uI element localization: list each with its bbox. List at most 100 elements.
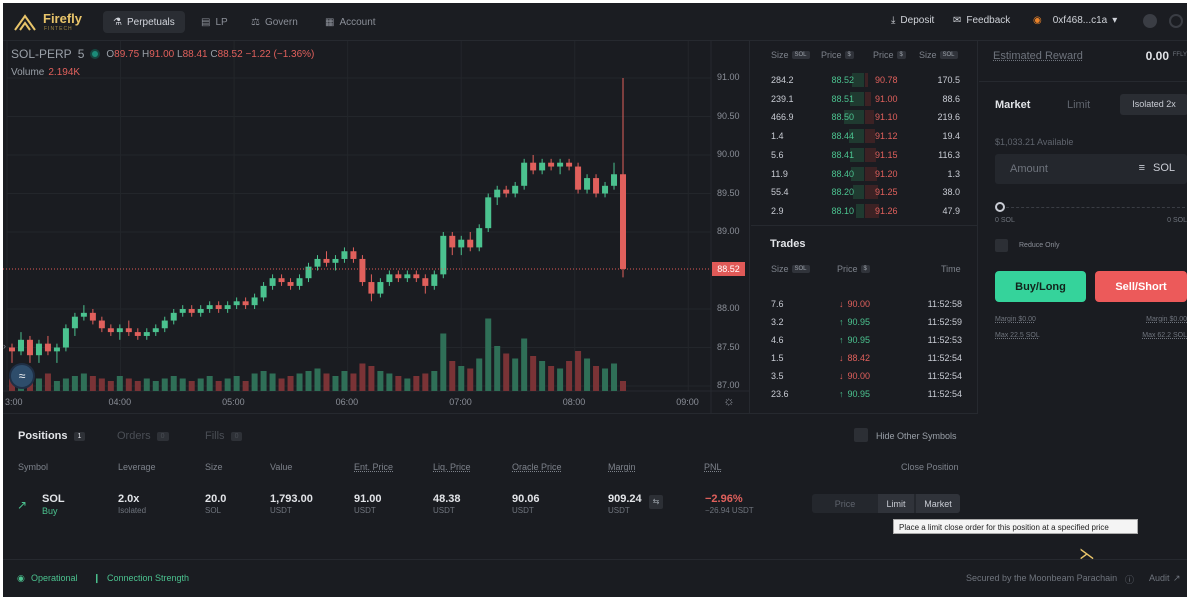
market-close-button[interactable]: Market (916, 494, 960, 513)
amount-input[interactable] (995, 154, 1125, 184)
sell-short-button[interactable]: Sell/Short (1095, 271, 1187, 302)
ob-bid-price-header: Price $ (821, 50, 854, 60)
amount-field[interactable]: ≡ SOL (995, 154, 1187, 184)
volume-bar (251, 373, 258, 391)
volume-bar (548, 366, 555, 391)
bid-price: 88.52 (831, 75, 854, 85)
pos-entry-sub: USDT (354, 506, 376, 515)
orderbook-row[interactable]: 466.9 88.50 91.10 219.6 (751, 108, 978, 126)
volume-bar (359, 363, 366, 391)
volume-bar (44, 373, 51, 391)
hide-other-symbols-checkbox[interactable] (854, 428, 868, 442)
volume-bar (476, 358, 483, 391)
orderbook-row[interactable]: 284.2 88.52 90.78 170.5 (751, 71, 978, 89)
bid-size: 5.6 (771, 149, 784, 160)
margin-mode-button[interactable]: Isolated 2x (1120, 94, 1187, 115)
tab-limit[interactable]: Limit (1067, 99, 1090, 111)
ask-size: 170.5 (937, 75, 960, 85)
ob-sol-badge: SOL (939, 51, 958, 59)
pos-pnl-sub: −26.94 USDT (705, 506, 754, 515)
trade-time: 11:52:54 (927, 389, 962, 399)
y-tick-label: 89.00 (717, 226, 740, 236)
volume-bar (242, 381, 249, 391)
wallet-button[interactable]: ◉ 0xf468...c1a ▾ (1033, 15, 1117, 26)
candle-body (404, 274, 411, 279)
nav-govern[interactable]: ⚖ Govern (241, 11, 308, 33)
orderbook-row[interactable]: 5.6 88.41 91.15 116.3 (751, 146, 978, 164)
trades-price-header: Price $ (837, 264, 870, 274)
ob-size-label: Size (919, 50, 937, 60)
bid-size: 11.9 (771, 168, 788, 179)
feedback-button[interactable]: ✉ Feedback (953, 15, 1010, 26)
trade-time: 11:52:54 (927, 353, 962, 363)
trade-price-value: 90.95 (847, 317, 871, 327)
close-position-controls: Limit Market (812, 494, 960, 513)
amount-unit[interactable]: SOL (1153, 162, 1175, 174)
tab-market[interactable]: Market (995, 99, 1030, 111)
volume-bar (386, 373, 393, 391)
candle-body (386, 274, 393, 283)
deposit-button[interactable]: ⤓ Deposit (891, 15, 934, 26)
candle-body (188, 309, 195, 313)
tab-positions[interactable]: Positions 1 (18, 430, 86, 442)
volume-bar (107, 381, 114, 391)
pos-pnl: −2.96% (705, 493, 743, 505)
orderbook-row[interactable]: 11.9 88.40 91.20 1.3 (751, 165, 978, 183)
candle-body (224, 305, 231, 309)
candle-body (296, 278, 303, 286)
tab-fills[interactable]: Fills 0 (205, 430, 243, 442)
chart-canvas[interactable] (3, 41, 750, 413)
ask-depth-bar (865, 91, 871, 106)
buy-margin-label: Margin $0.00 (995, 316, 1036, 323)
footer: ◉ Operational ❙ Connection Strength Secu… (3, 559, 1187, 597)
info-icon[interactable]: ⓘ (1125, 573, 1134, 586)
volume-bar (584, 358, 591, 391)
chevron-right-icon[interactable]: › (3, 341, 6, 351)
orderbook-row[interactable]: 1.4 88.44 91.12 19.4 (751, 127, 978, 145)
price-chart[interactable]: SOL-PERP 5 O89.75 H91.00 L88.41 C88.52 −… (3, 41, 750, 413)
nav-account[interactable]: ▦ Account (315, 11, 386, 33)
candle-body (530, 162, 537, 171)
volume-bar (323, 373, 330, 391)
amount-slider-track[interactable] (1001, 207, 1185, 208)
pos-liq-sub: USDT (433, 506, 455, 515)
nav-lp[interactable]: ▤ LP (191, 11, 238, 33)
ask-depth-bar (865, 110, 874, 125)
ob-price-label: Price (821, 50, 842, 60)
ask-price: 91.26 (875, 205, 898, 216)
tab-orders[interactable]: Orders 0 (117, 430, 169, 442)
ask-size: 88.6 (942, 93, 960, 104)
ask-size: 38.0 (942, 187, 960, 198)
close-price-input[interactable] (812, 494, 878, 513)
live-status-icon (90, 49, 101, 59)
x-tick-label: 09:00 (676, 397, 699, 407)
ask-size: 116.3 (938, 149, 960, 160)
tradingview-logo-icon[interactable]: ≈ (9, 363, 35, 389)
ask-price: 91.15 (875, 149, 898, 160)
trade-time: 11:52:59 (927, 317, 962, 327)
y-tick-label: 90.50 (717, 110, 740, 121)
limit-close-button[interactable]: Limit (878, 494, 914, 513)
adjust-margin-icon[interactable]: ⇆ (649, 495, 663, 509)
orderbook: Size SOL Price $ Price $ Size SOL 284.2 8… (751, 41, 978, 225)
ob-sol-badge: SOL (791, 51, 810, 59)
orderbook-row[interactable]: 2.9 88.10 91.26 47.9 (751, 202, 978, 220)
firefly-logo[interactable]: Firefly FINTECH (13, 11, 93, 35)
reduce-only-checkbox[interactable] (995, 239, 1008, 252)
tab-orders-label: Orders (117, 430, 151, 442)
notification-icon[interactable] (1143, 14, 1157, 28)
buy-long-button[interactable]: Buy/Long (995, 271, 1086, 302)
pos-entry: 91.00 (354, 493, 382, 505)
nav-perpetuals[interactable]: ⚗ Perpetuals (103, 11, 185, 33)
ask-size: 19.4 (942, 131, 960, 142)
orderbook-row[interactable]: 239.1 88.51 91.00 88.6 (751, 90, 978, 108)
orderbook-row[interactable]: 55.4 88.20 91.25 38.0 (751, 183, 978, 201)
settings-icon[interactable] (1169, 14, 1183, 28)
chart-settings-icon[interactable]: ☼ (723, 393, 735, 408)
pos-symbol: SOL (42, 493, 65, 505)
wallet-address: 0xf468...c1a (1052, 15, 1108, 26)
volume-bar (539, 361, 546, 391)
audit-link[interactable]: Audit (1149, 573, 1170, 583)
amount-slider-handle[interactable] (995, 202, 1005, 212)
volume-bar (179, 378, 186, 391)
